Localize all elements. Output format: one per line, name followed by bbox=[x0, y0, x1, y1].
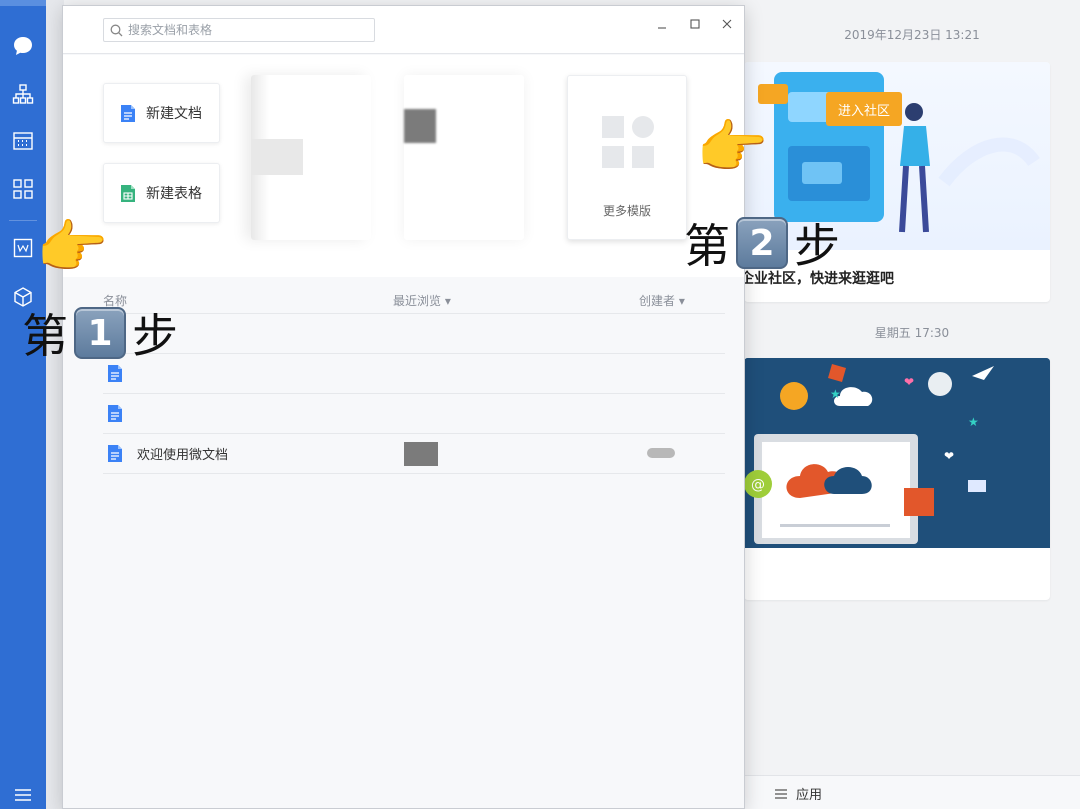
more-templates-card[interactable]: 更多模版 bbox=[567, 75, 687, 240]
sheet-icon bbox=[121, 184, 135, 202]
column-creator-label: 创建者 bbox=[639, 294, 676, 308]
file-row[interactable]: 欢迎使用微文档 bbox=[103, 434, 725, 474]
step-number-badge: 2 bbox=[736, 217, 788, 269]
column-recent[interactable]: 最近浏览 ▾ bbox=[393, 292, 451, 309]
feed-timestamp: 星期五 17:30 bbox=[874, 326, 950, 340]
file-row[interactable] bbox=[103, 354, 725, 394]
org-chart-icon[interactable] bbox=[11, 82, 35, 106]
menu-icon[interactable] bbox=[11, 783, 35, 807]
step-suffix: 步 bbox=[794, 219, 840, 273]
step-prefix: 第 bbox=[22, 309, 68, 363]
calendar-icon[interactable] bbox=[11, 129, 35, 153]
close-button[interactable] bbox=[717, 14, 737, 34]
new-doc-label: 新建文档 bbox=[146, 106, 202, 122]
search-icon bbox=[110, 24, 123, 36]
templates-grid-icon bbox=[602, 116, 654, 168]
list-icon bbox=[775, 788, 787, 799]
search-box[interactable] bbox=[103, 18, 375, 42]
close-icon bbox=[722, 19, 732, 29]
step-suffix: 步 bbox=[132, 309, 178, 363]
create-area: 新建文档 新建表格 更多模版 bbox=[63, 55, 744, 277]
svg-text:❤: ❤ bbox=[944, 449, 954, 463]
feed-timestamp: 2019年12月23日 13:21 bbox=[844, 28, 980, 42]
pointing-hand-icon: 👉 bbox=[696, 113, 769, 181]
svg-text:★: ★ bbox=[968, 415, 979, 429]
file-title: 欢迎使用微文档 bbox=[137, 448, 229, 463]
apps-tab[interactable]: 应用 bbox=[774, 784, 822, 803]
blurred-creator bbox=[647, 448, 675, 458]
file-row[interactable] bbox=[103, 394, 725, 434]
app-sidebar bbox=[0, 0, 46, 809]
blurred-thumb bbox=[251, 139, 303, 175]
svg-text:❤: ❤ bbox=[904, 375, 914, 389]
file-list-header: 名称 最近浏览 ▾ 创建者 ▾ bbox=[103, 288, 725, 314]
search-input[interactable] bbox=[128, 23, 358, 37]
apps-tab-label: 应用 bbox=[796, 788, 823, 803]
step-1-annotation: 第 1 步 bbox=[22, 300, 178, 366]
bottom-tab-bar: 应用 bbox=[744, 775, 1080, 809]
template-card-blurred[interactable] bbox=[251, 75, 371, 240]
minimize-icon bbox=[658, 27, 666, 29]
weidoc-window: 新建文档 新建表格 更多模版 名称 最近浏览 ▾ 创建者 ▾ bbox=[62, 5, 745, 809]
doc-icon bbox=[108, 365, 122, 382]
message-feed: 2019年12月23日 13:21 进入社区 企业社区，快进来逛逛吧 星期五 1… bbox=[740, 0, 1080, 809]
new-sheet-button[interactable]: 新建表格 bbox=[103, 163, 220, 223]
doc-icon bbox=[108, 445, 122, 462]
more-templates-label: 更多模版 bbox=[602, 204, 651, 218]
template-card-blurred[interactable] bbox=[404, 75, 524, 240]
minimize-button[interactable] bbox=[652, 14, 672, 34]
svg-text:★: ★ bbox=[830, 387, 841, 401]
step-2-annotation: 第 2 步 bbox=[684, 210, 840, 276]
chat-icon[interactable] bbox=[11, 34, 35, 58]
sidebar-top-edge bbox=[0, 0, 46, 6]
community-button-text: 进入社区 bbox=[838, 103, 890, 119]
blurred-thumb bbox=[404, 109, 436, 143]
sidebar-divider bbox=[9, 220, 37, 221]
step-number-badge: 1 bbox=[74, 307, 126, 359]
new-doc-button[interactable]: 新建文档 bbox=[103, 83, 220, 143]
doc-icon bbox=[121, 104, 135, 122]
doc-icon bbox=[108, 405, 122, 422]
svg-text:@: @ bbox=[751, 477, 765, 493]
step-prefix: 第 bbox=[684, 219, 730, 273]
maximize-icon bbox=[690, 19, 700, 29]
feature-illustration: @ ❤ ❤ ★ ★ bbox=[744, 358, 1050, 548]
column-creator[interactable]: 创建者 ▾ bbox=[639, 292, 685, 309]
pointing-hand-icon: 👉 bbox=[36, 213, 109, 281]
apps-grid-icon[interactable] bbox=[11, 177, 35, 201]
feature-card[interactable]: @ ❤ ❤ ★ ★ bbox=[744, 358, 1050, 600]
weidoc-icon[interactable] bbox=[11, 236, 35, 260]
file-row[interactable] bbox=[103, 314, 725, 354]
maximize-button[interactable] bbox=[685, 14, 705, 34]
new-sheet-label: 新建表格 bbox=[146, 186, 202, 202]
column-recent-label: 最近浏览 bbox=[393, 294, 442, 308]
window-titlebar bbox=[63, 6, 744, 54]
blurred-date bbox=[404, 442, 438, 466]
